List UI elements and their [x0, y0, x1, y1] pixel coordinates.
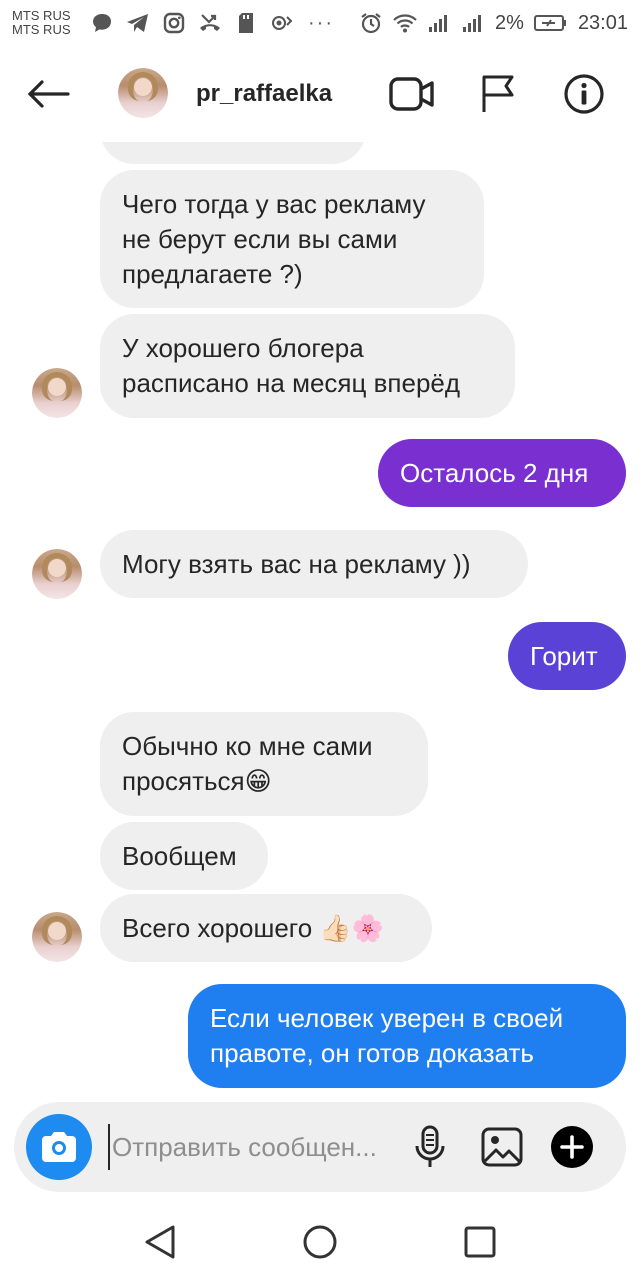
message-bubble-incoming[interactable]: Могу взять вас на рекламу )): [100, 530, 528, 598]
message-composer: [14, 1102, 626, 1192]
clock: 23:01: [577, 11, 628, 34]
username[interactable]: pr_raffaelka: [196, 80, 332, 108]
sd-card-icon: [234, 11, 258, 35]
report-button[interactable]: [474, 70, 522, 118]
message-thread[interactable]: Чего тогда у вас рекламу не берут если в…: [0, 142, 640, 1102]
profile-photo: [32, 912, 82, 962]
gallery-button[interactable]: [478, 1123, 526, 1171]
home-circle-icon: [303, 1225, 337, 1259]
message-text: Могу взять вас на рекламу )): [122, 549, 471, 579]
signal-icon: [427, 11, 451, 35]
message-bubble-incoming[interactable]: Обычно ко мне сами просяться😁: [100, 712, 428, 816]
gallery-icon: [481, 1127, 523, 1167]
notification-icons: [90, 11, 294, 35]
microphone-icon: [415, 1125, 445, 1167]
nav-home-button[interactable]: [298, 1220, 342, 1264]
sender-avatar[interactable]: [32, 368, 82, 418]
camera-icon: [42, 1132, 76, 1162]
video-call-icon: [389, 77, 434, 111]
message-text: Вообщем: [122, 841, 237, 871]
camera-button[interactable]: [26, 1114, 92, 1180]
message-icon: [90, 11, 114, 35]
info-button[interactable]: [560, 70, 608, 118]
sender-avatar[interactable]: [32, 912, 82, 962]
message-text: Горит: [530, 641, 598, 671]
message-text: Если человек уверен в своей правоте, он …: [210, 1003, 564, 1068]
carrier-1: MTS RUS: [12, 8, 71, 23]
system-navigation-bar: [0, 1200, 640, 1280]
wifi-icon: [393, 11, 417, 35]
message-text: Чего тогда у вас рекламу не берут если в…: [122, 189, 426, 289]
carrier-names: MTS RUS MTS RUS: [12, 9, 82, 37]
profile-photo: [32, 368, 82, 418]
message-bubble-outgoing[interactable]: Горит: [508, 622, 626, 690]
info-icon: [564, 74, 604, 114]
hotspot-icon: [270, 11, 294, 35]
profile-photo: [32, 549, 82, 599]
message-bubble-incoming[interactable]: У хорошего блогера расписано на месяц вп…: [100, 314, 515, 418]
message-text: Обычно ко мне сами просяться😁: [122, 731, 373, 796]
chat-header: pr_raffaelka: [0, 46, 640, 142]
alarm-icon: [359, 11, 383, 35]
recents-square-icon: [464, 1226, 496, 1258]
carrier-2: MTS RUS: [12, 22, 71, 37]
message-bubble-outgoing[interactable]: Если человек уверен в своей правоте, он …: [188, 984, 626, 1088]
message-bubble-incoming[interactable]: Всего хорошего 👍🏻🌸: [100, 894, 432, 962]
status-bar: MTS RUS MTS RUS ··· 2% 23:01: [0, 0, 640, 46]
battery-percent: 2%: [495, 11, 524, 34]
telegram-icon: [126, 11, 150, 35]
message-bubble-incoming[interactable]: Вообщем: [100, 822, 268, 890]
message-bubble-partial[interactable]: [100, 142, 366, 164]
sender-avatar[interactable]: [32, 549, 82, 599]
missed-call-icon: [198, 11, 222, 35]
message-text: Осталось 2 дня: [400, 458, 589, 488]
nav-recents-button[interactable]: [458, 1220, 502, 1264]
profile-photo: [118, 68, 168, 118]
status-right: 2% 23:01: [359, 11, 628, 35]
message-bubble-incoming[interactable]: Чего тогда у вас рекламу не берут если в…: [100, 170, 484, 308]
more-notifications-icon: ···: [308, 11, 334, 34]
flag-icon: [482, 75, 514, 112]
avatar[interactable]: [118, 68, 168, 118]
back-arrow-icon: [27, 80, 70, 108]
voice-message-button[interactable]: [406, 1123, 454, 1171]
video-call-button[interactable]: [388, 70, 436, 118]
message-bubble-outgoing[interactable]: Осталось 2 дня: [378, 439, 626, 507]
battery-icon: [533, 11, 568, 35]
back-button[interactable]: [24, 72, 72, 116]
nav-back-button[interactable]: [138, 1220, 182, 1264]
signal-icon: [461, 11, 485, 35]
message-text: Всего хорошего 👍🏻🌸: [122, 913, 385, 943]
message-input[interactable]: [108, 1124, 398, 1170]
more-options-button[interactable]: [548, 1123, 596, 1171]
instagram-icon: [162, 11, 186, 35]
plus-icon: [551, 1126, 593, 1168]
message-text: У хорошего блогера расписано на месяц вп…: [122, 333, 461, 398]
back-triangle-icon: [145, 1225, 175, 1259]
